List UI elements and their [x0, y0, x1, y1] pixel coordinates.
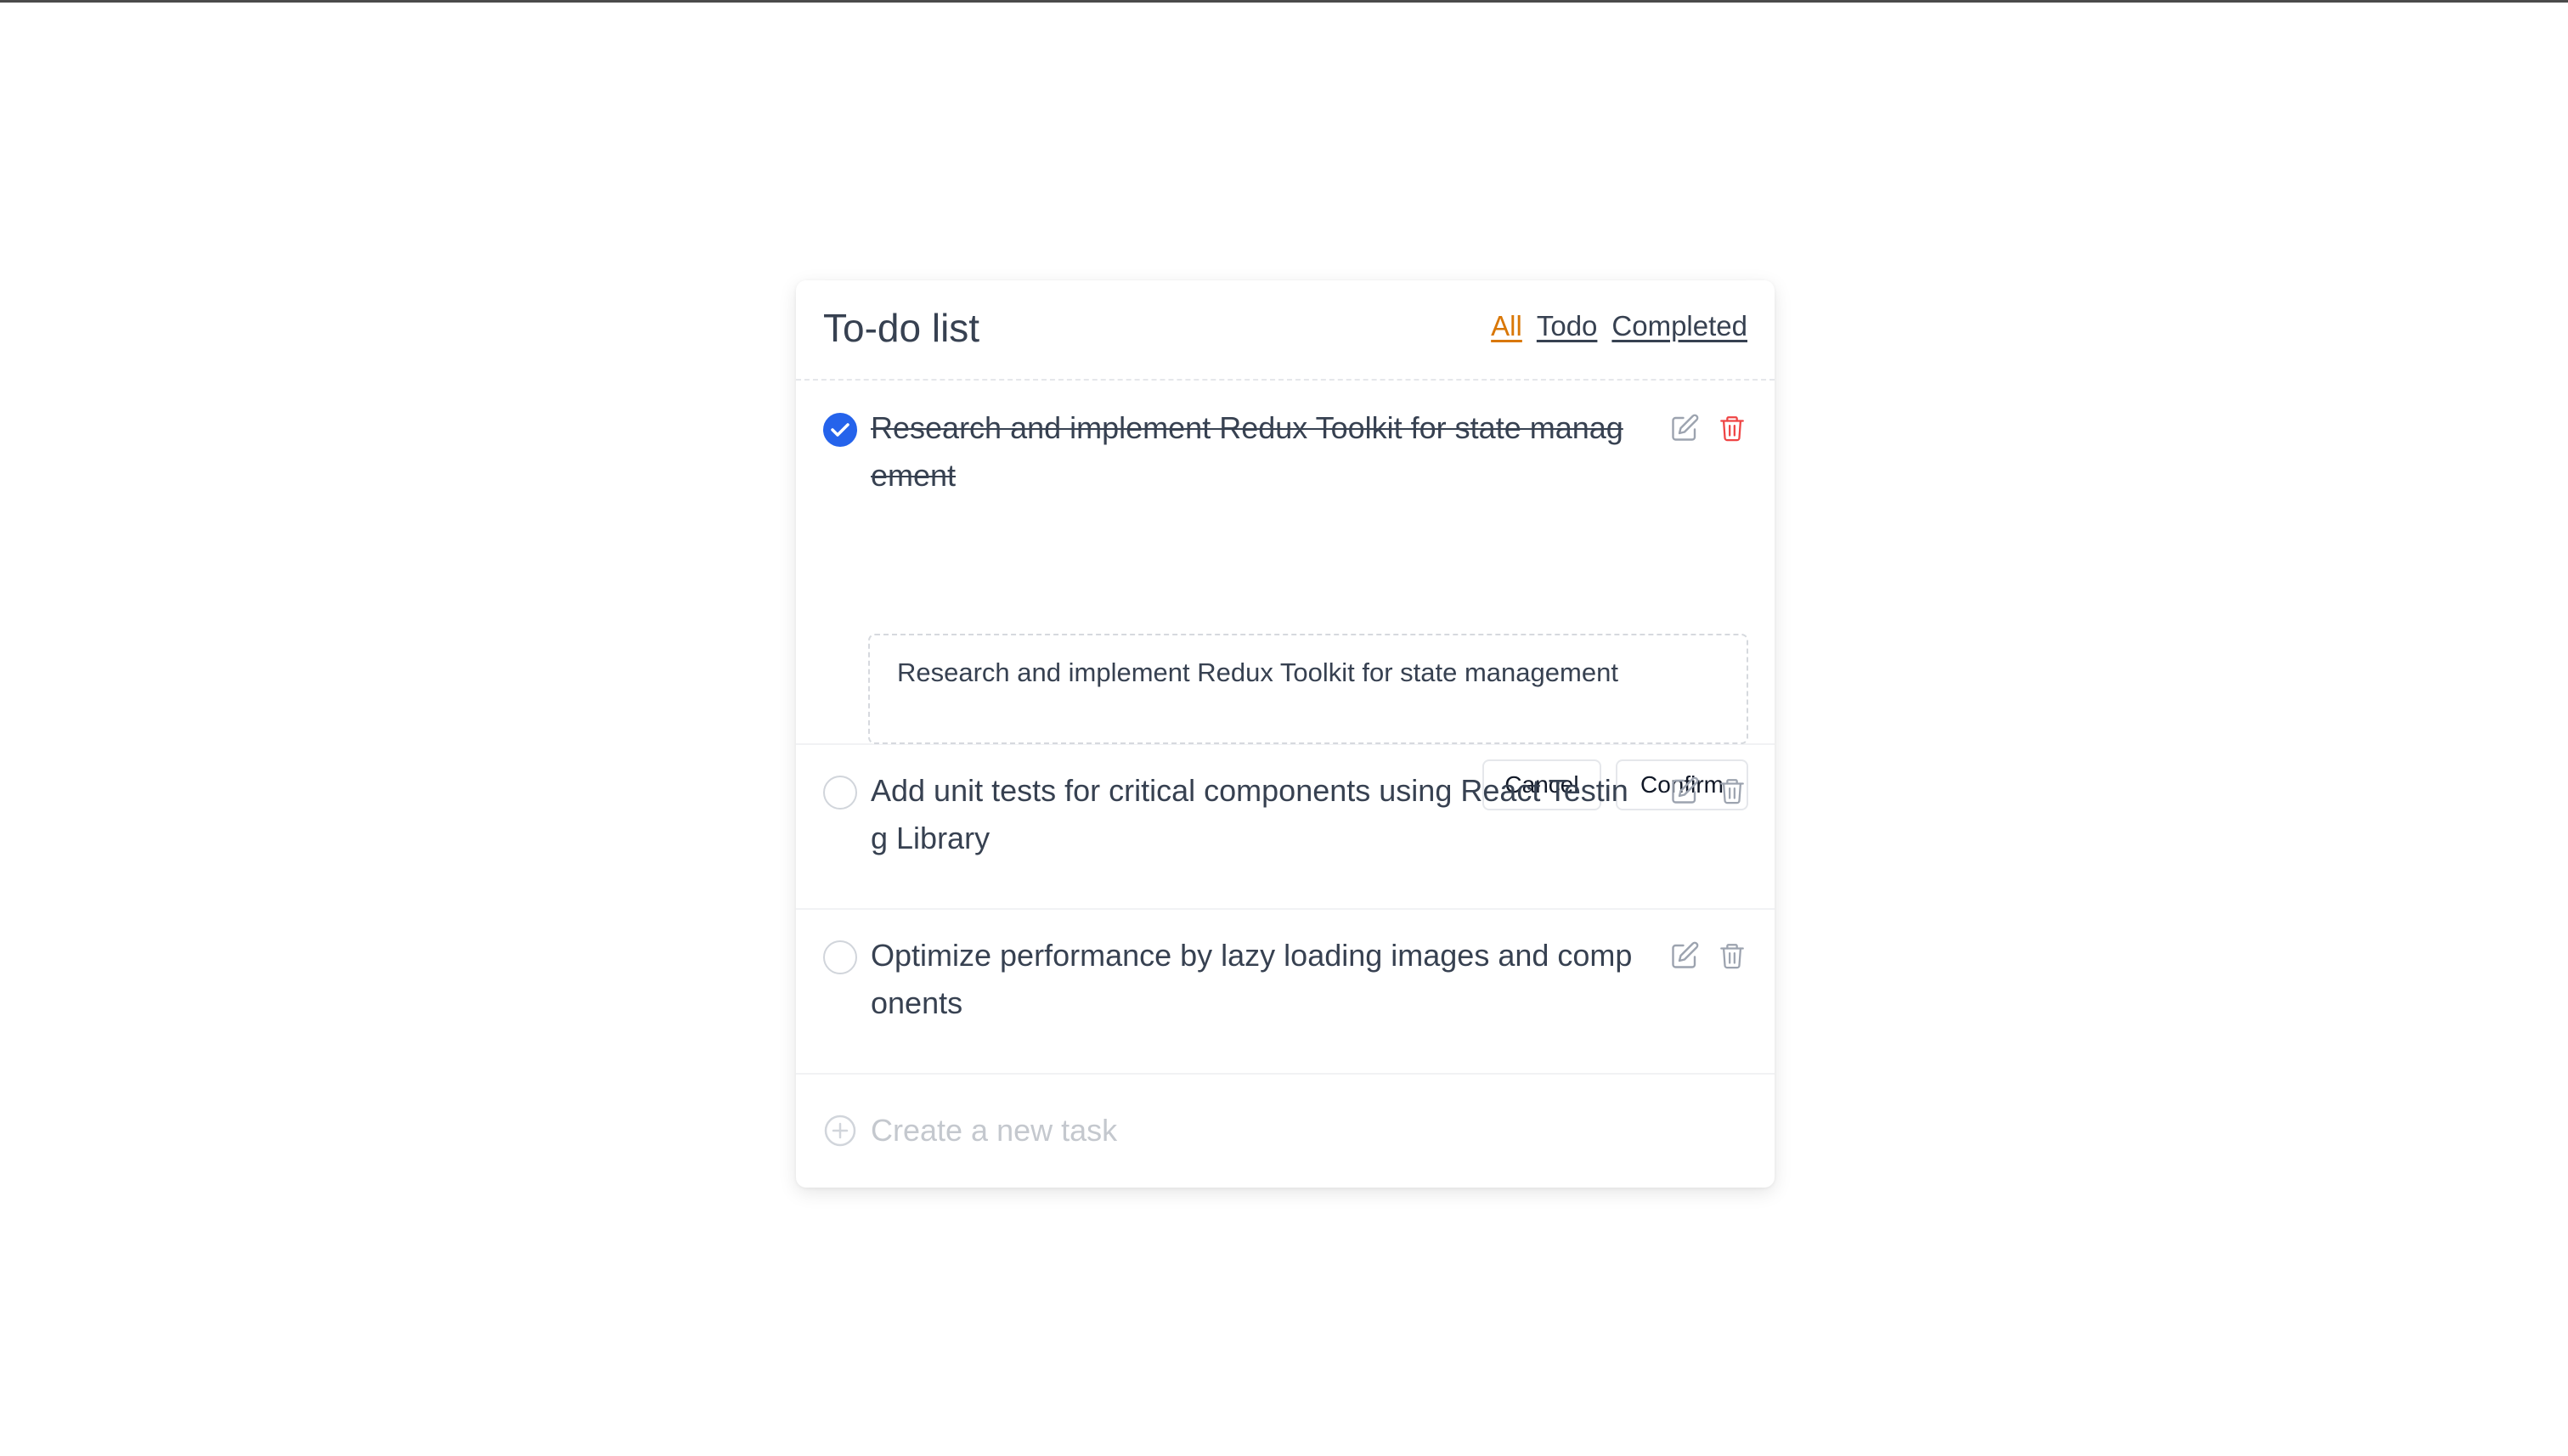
task-checkbox[interactable] — [823, 940, 857, 974]
edit-button[interactable] — [1669, 939, 1700, 973]
task-text[interactable]: Research and implement Redux Toolkit for… — [871, 404, 1635, 499]
delete-button[interactable] — [1717, 939, 1747, 973]
delete-button[interactable] — [1717, 774, 1747, 808]
task-item: Add unit tests for critical components u… — [796, 745, 1775, 910]
task-actions — [1669, 939, 1747, 973]
page-title: To-do list — [823, 306, 980, 350]
filter-tabs: All Todo Completed — [1491, 306, 1747, 347]
edit-icon — [1672, 941, 1699, 968]
edit-button[interactable] — [1669, 411, 1700, 445]
window-top-border — [0, 0, 2568, 3]
todo-header: To-do list All Todo Completed — [796, 280, 1775, 381]
task-text[interactable]: Add unit tests for critical components u… — [871, 767, 1635, 862]
new-task-row — [796, 1073, 1775, 1188]
task-edit-input[interactable] — [868, 634, 1748, 744]
filter-todo[interactable]: Todo — [1537, 306, 1598, 347]
trash-icon — [1720, 779, 1744, 804]
task-item: Optimize performance by lazy loading ima… — [796, 910, 1775, 1075]
task-checkbox[interactable] — [823, 413, 857, 447]
new-task-input[interactable] — [871, 1105, 1720, 1156]
task-actions — [1669, 774, 1747, 808]
filter-completed[interactable]: Completed — [1611, 306, 1747, 347]
trash-icon — [1720, 944, 1744, 969]
edit-icon — [1672, 414, 1699, 441]
task-text[interactable]: Optimize performance by lazy loading ima… — [871, 932, 1635, 1027]
delete-button[interactable] — [1717, 411, 1747, 445]
edit-icon — [1672, 776, 1699, 804]
task-item: Research and implement Redux Toolkit for… — [796, 382, 1775, 810]
task-actions — [1669, 411, 1747, 445]
plus-circle-icon[interactable] — [823, 1114, 857, 1148]
edit-button[interactable] — [1669, 774, 1700, 808]
task-checkbox[interactable] — [823, 776, 857, 810]
todo-card: To-do list All Todo Completed Research a… — [796, 280, 1775, 1188]
trash-icon — [1720, 416, 1744, 442]
filter-all[interactable]: All — [1491, 306, 1522, 347]
check-icon — [831, 423, 849, 437]
